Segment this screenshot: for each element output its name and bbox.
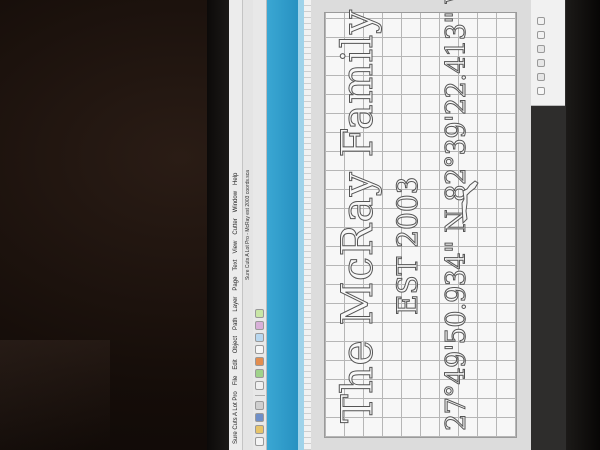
toolbar (253, 0, 267, 450)
monitor-bezel-left (207, 0, 229, 450)
side-panel-control[interactable] (537, 87, 545, 95)
shape-tool-icon[interactable] (255, 357, 264, 366)
menu-text[interactable]: Text (233, 260, 239, 271)
cutting-mat-grid[interactable]: The McRay Family EST 2003 27°49'50.934" … (324, 0, 517, 438)
app-window: Sure Cuts A Lot Pro File Edit Object Pat… (229, 0, 600, 450)
menu-bar: Sure Cuts A Lot Pro File Edit Object Pat… (229, 0, 243, 450)
side-panel-control[interactable] (537, 59, 545, 67)
side-panel-control[interactable] (537, 31, 545, 39)
menu-object[interactable]: Object (233, 336, 239, 353)
weld-icon[interactable] (255, 321, 264, 330)
side-panel-control[interactable] (537, 73, 545, 81)
text-tool-icon[interactable] (255, 345, 264, 354)
menu-page[interactable]: Page (233, 277, 239, 291)
menu-window[interactable]: Window (233, 191, 239, 212)
menu-cutter[interactable]: Cutter (233, 218, 239, 234)
node-tool-icon[interactable] (255, 369, 264, 378)
menu-layer[interactable]: Layer (233, 297, 239, 312)
desk-glare (0, 340, 110, 450)
side-panel-control[interactable] (537, 17, 545, 25)
select-tool-icon[interactable] (255, 381, 264, 390)
florida-state-icon[interactable] (458, 177, 480, 225)
menu-edit[interactable]: Edit (233, 359, 239, 369)
save-icon[interactable] (255, 413, 264, 422)
monitor-screen: Sure Cuts A Lot Pro File Edit Object Pat… (229, 0, 600, 450)
menu-view[interactable]: View (233, 241, 239, 254)
cut-icon[interactable] (255, 309, 264, 318)
design-established-text[interactable]: EST 2003 (391, 176, 425, 315)
menu-path[interactable]: Path (233, 318, 239, 330)
toolbar-divider (254, 395, 265, 396)
open-icon[interactable] (255, 425, 264, 434)
side-properties-panel (531, 0, 565, 106)
design-title-text[interactable]: The McRay Family (333, 9, 384, 424)
new-icon[interactable] (255, 437, 264, 446)
zoom-icon[interactable] (255, 333, 264, 342)
properties-panel (267, 0, 298, 450)
monitor-bezel-right (566, 0, 600, 450)
menu-app[interactable]: Sure Cuts A Lot Pro (233, 391, 239, 444)
print-icon[interactable] (255, 401, 264, 410)
menu-help[interactable]: Help (233, 173, 239, 185)
side-panel-control[interactable] (537, 45, 545, 53)
menu-file[interactable]: File (233, 376, 239, 386)
